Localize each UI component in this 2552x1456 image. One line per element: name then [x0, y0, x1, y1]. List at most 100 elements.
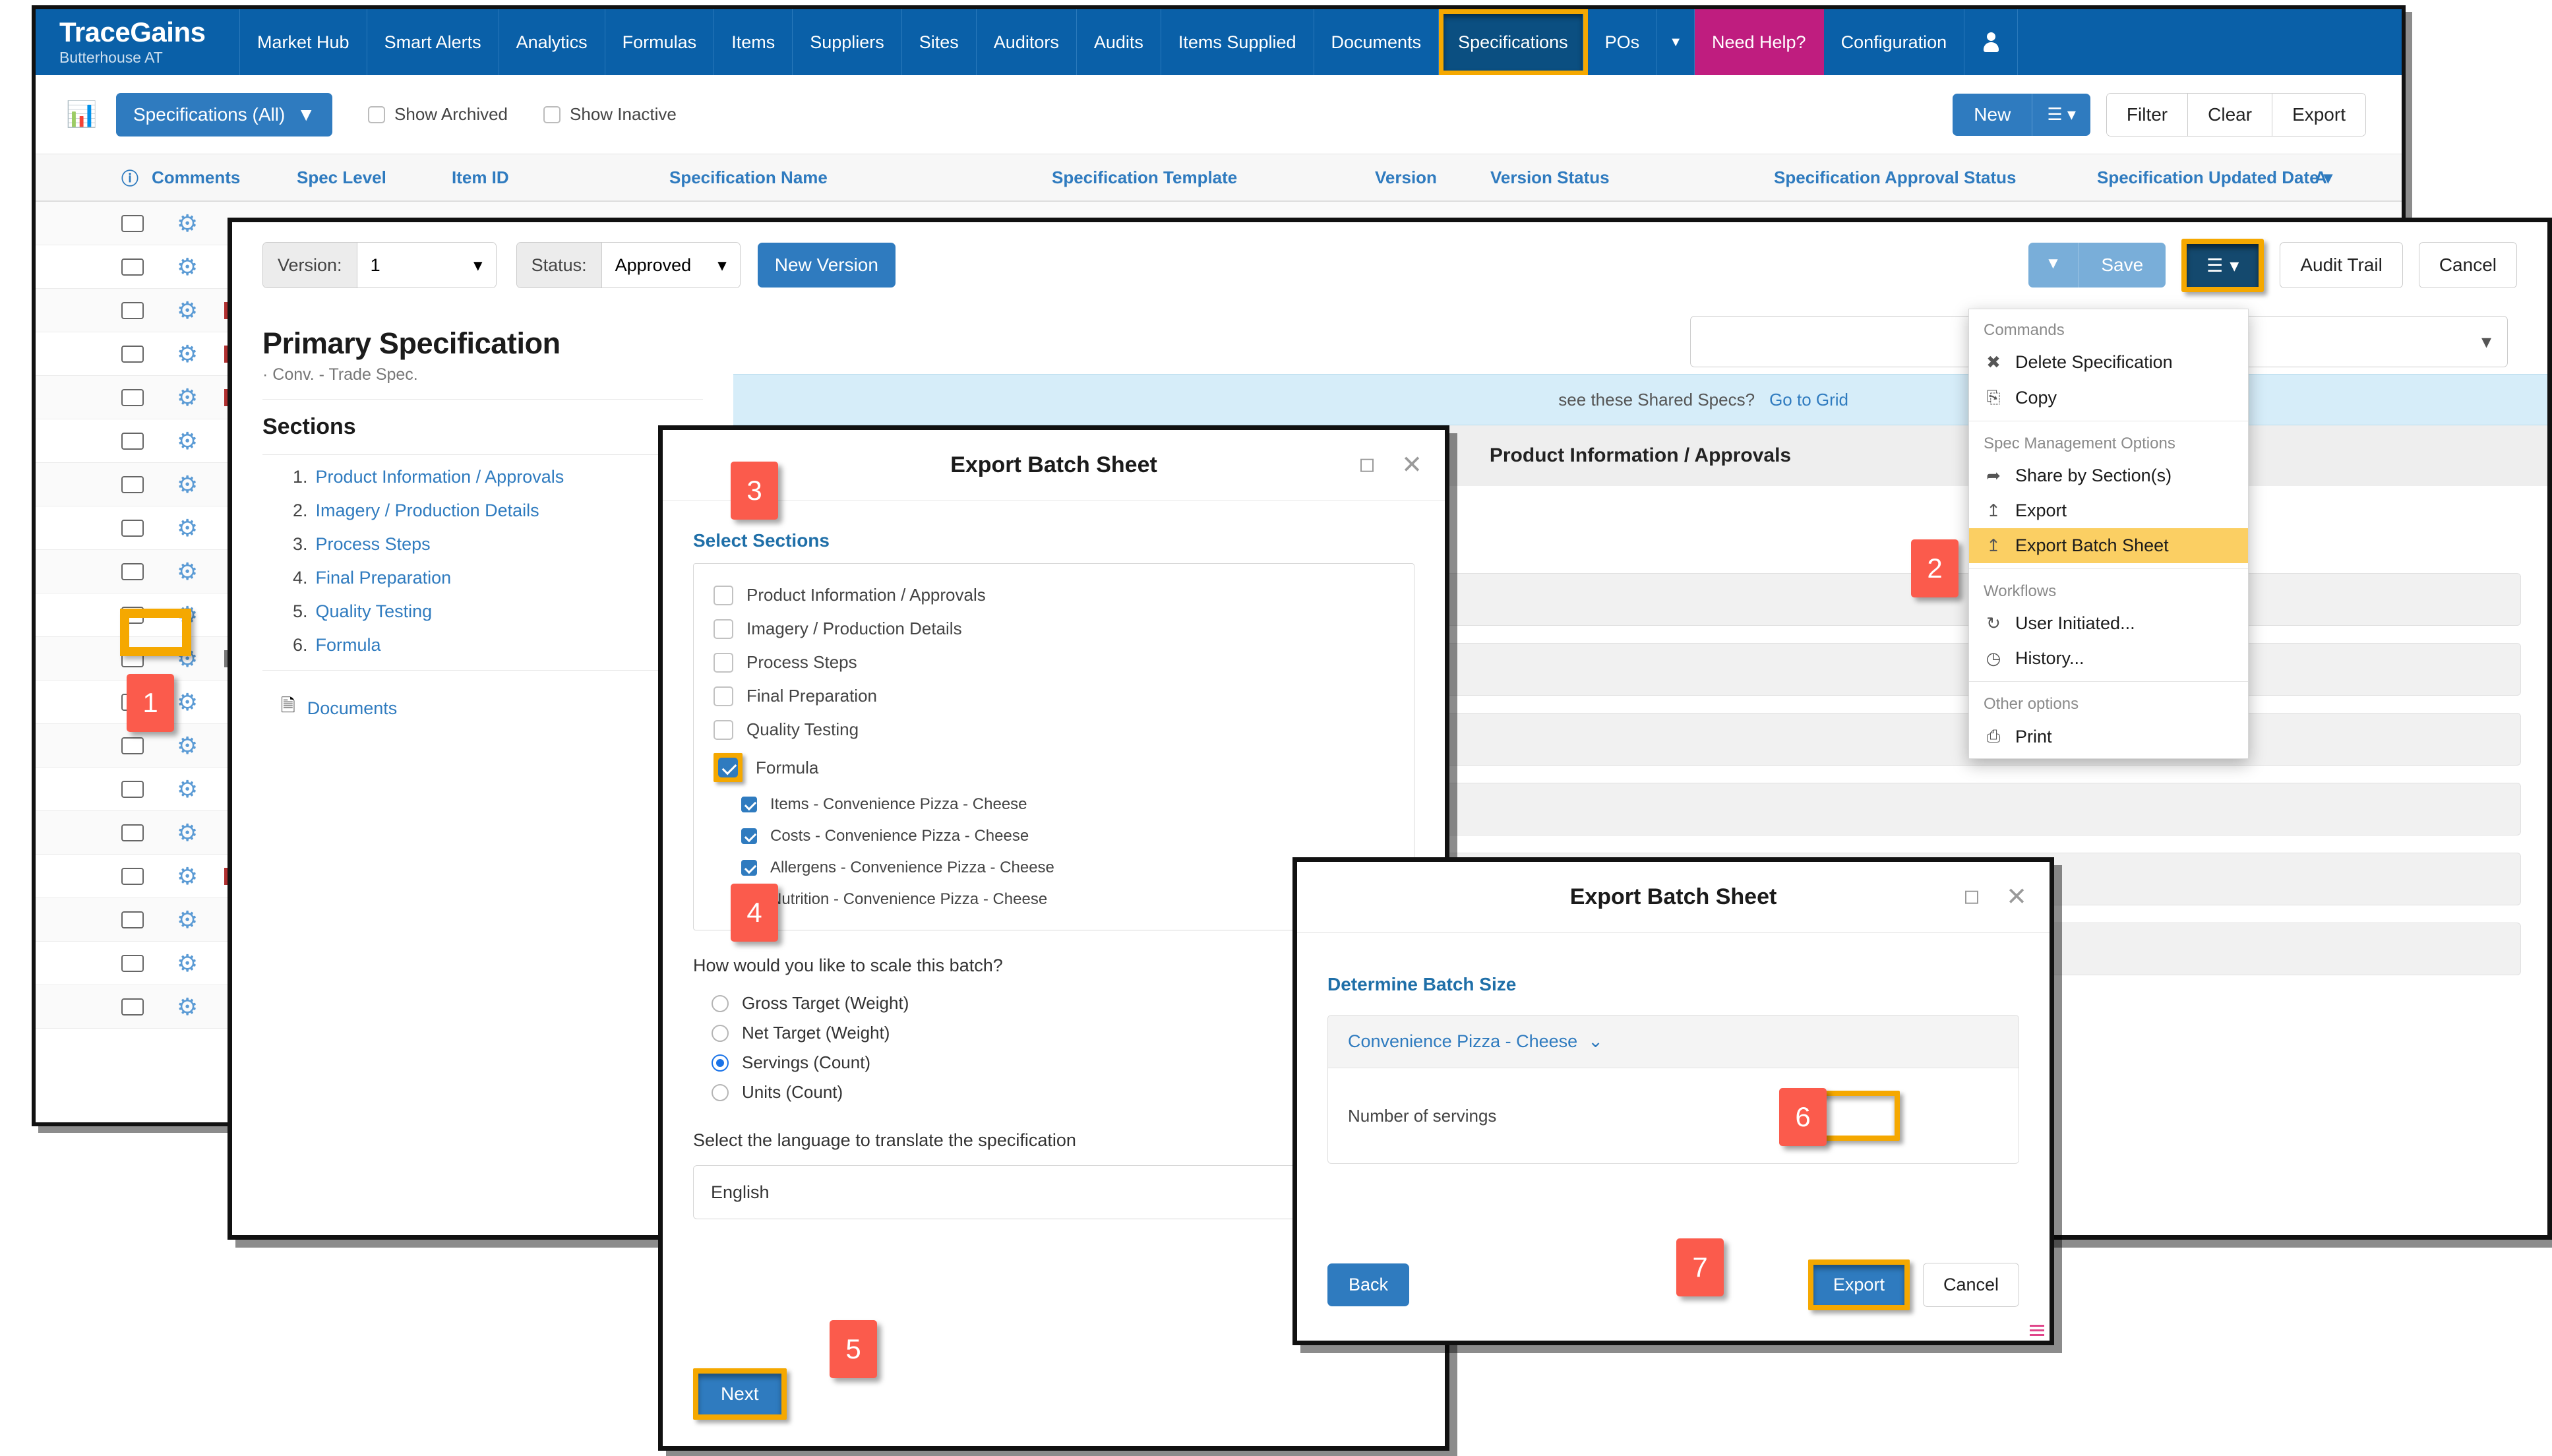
- radio-button[interactable]: [712, 1054, 729, 1072]
- section-checkbox-row[interactable]: Final Preparation: [694, 679, 1414, 713]
- nav-item-smart-alerts[interactable]: Smart Alerts: [367, 9, 499, 75]
- minimize-icon[interactable]: [1360, 458, 1374, 472]
- section-list-item[interactable]: 6. Formula: [293, 635, 703, 655]
- checkbox[interactable]: [714, 686, 733, 706]
- checkbox[interactable]: [714, 652, 733, 673]
- new-split-button[interactable]: New ☰ ▾: [1953, 93, 2090, 136]
- section-checkbox-row[interactable]: Product Information / Approvals: [694, 578, 1414, 612]
- spec-filter-dropdown[interactable]: Specifications (All) ▼: [116, 92, 333, 136]
- section-list-item[interactable]: 2. Imagery / Production Details: [293, 501, 703, 521]
- nav-item-configuration[interactable]: Configuration: [1824, 9, 1965, 75]
- gear-icon[interactable]: ⚙: [177, 429, 198, 453]
- column-spec-level[interactable]: Spec Level: [297, 167, 452, 188]
- gear-icon[interactable]: ⚙: [177, 342, 198, 366]
- menu-item-export-batch-sheet[interactable]: ↥ Export Batch Sheet: [1969, 528, 2248, 563]
- column-a[interactable]: A: [2315, 167, 2327, 188]
- export-button[interactable]: Export: [1813, 1265, 1904, 1305]
- gear-icon[interactable]: ⚙: [177, 690, 198, 714]
- nav-item-need-help[interactable]: Need Help?: [1694, 9, 1824, 75]
- section-link[interactable]: Process Steps: [316, 534, 431, 555]
- gear-icon[interactable]: ⚙: [177, 298, 198, 322]
- nav-item-audits[interactable]: Audits: [1077, 9, 1161, 75]
- documents-link-row[interactable]: 🗎 Documents: [281, 693, 703, 723]
- row-checkbox[interactable]: [121, 562, 144, 580]
- section-checkbox-row[interactable]: Items - Convenience Pizza - Cheese: [694, 789, 1414, 820]
- show-inactive-checkbox[interactable]: Show Inactive: [543, 104, 677, 125]
- filter-button[interactable]: Filter: [2106, 93, 2189, 136]
- new-menu-icon[interactable]: ☰ ▾: [2032, 93, 2090, 136]
- checkbox[interactable]: [714, 585, 733, 605]
- radio-button[interactable]: [712, 1024, 729, 1042]
- gear-icon[interactable]: ⚙: [177, 907, 198, 932]
- column-specification-name[interactable]: Specification Name: [669, 167, 1052, 188]
- gear-icon[interactable]: ⚙: [177, 559, 198, 584]
- section-link[interactable]: Quality Testing: [316, 601, 433, 622]
- back-button[interactable]: Back: [1327, 1263, 1410, 1306]
- gear-icon[interactable]: ⚙: [177, 994, 198, 1019]
- brand-logo[interactable]: TraceGains Butterhouse AT: [36, 9, 240, 75]
- gear-icon[interactable]: ⚙: [177, 864, 198, 888]
- close-icon[interactable]: ✕: [1401, 452, 1422, 477]
- row-checkbox[interactable]: [121, 780, 144, 798]
- spec-menu-button[interactable]: ☰ ▾: [2187, 243, 2259, 287]
- checkbox[interactable]: [741, 828, 757, 844]
- show-archived-checkbox[interactable]: Show Archived: [368, 104, 508, 125]
- checkbox[interactable]: [741, 797, 757, 812]
- section-checkbox-row[interactable]: Costs - Convenience Pizza - Cheese: [694, 820, 1414, 852]
- column-version-status[interactable]: Version Status: [1490, 167, 1774, 188]
- section-link[interactable]: Product Information / Approvals: [316, 467, 564, 487]
- nav-item-suppliers[interactable]: Suppliers: [793, 9, 902, 75]
- nav-more-caret-icon[interactable]: ▼: [1657, 9, 1695, 75]
- new-version-button[interactable]: New Version: [757, 243, 896, 288]
- version-select[interactable]: 1 ▾: [357, 243, 496, 288]
- gear-icon[interactable]: ⚙: [177, 516, 198, 540]
- column-version[interactable]: Version: [1375, 167, 1490, 188]
- row-checkbox[interactable]: [121, 867, 144, 885]
- section-link[interactable]: Final Preparation: [316, 568, 452, 588]
- nav-item-sites[interactable]: Sites: [902, 9, 977, 75]
- product-selector[interactable]: Convenience Pizza - Cheese ⌄: [1328, 1016, 2019, 1068]
- gear-icon[interactable]: ⚙: [177, 255, 198, 279]
- bar-chart-icon[interactable]: 📊: [66, 102, 102, 127]
- column-specification-template[interactable]: Specification Template: [1052, 167, 1375, 188]
- section-checkbox-row[interactable]: Formula: [694, 746, 1414, 789]
- checkbox[interactable]: [714, 719, 733, 740]
- nav-item-pos[interactable]: POs: [1588, 9, 1658, 75]
- gear-icon[interactable]: ⚙: [177, 733, 198, 758]
- cancel-button[interactable]: Cancel: [2418, 242, 2517, 288]
- gear-icon[interactable]: ⚙: [177, 472, 198, 497]
- row-checkbox[interactable]: [121, 258, 144, 276]
- nav-item-market-hub[interactable]: Market Hub: [240, 9, 367, 75]
- nav-item-items-supplied[interactable]: Items Supplied: [1161, 9, 1314, 75]
- nav-item-auditors[interactable]: Auditors: [977, 9, 1077, 75]
- gear-icon[interactable]: ⚙: [177, 951, 198, 975]
- row-checkbox[interactable]: [121, 214, 144, 232]
- row-checkbox[interactable]: [121, 432, 144, 450]
- column-updated-date[interactable]: Specification Updated Date ▾: [2097, 167, 2332, 188]
- section-list-item[interactable]: 3. Process Steps: [293, 534, 703, 555]
- gear-icon[interactable]: ⚙: [177, 385, 198, 410]
- section-list-item[interactable]: 5. Quality Testing: [293, 601, 703, 622]
- save-split-button[interactable]: ▼ Save: [2028, 243, 2166, 288]
- row-checkbox[interactable]: [121, 345, 144, 363]
- menu-item-history[interactable]: ◷ History...: [1969, 641, 2248, 676]
- row-checkbox[interactable]: [121, 911, 144, 928]
- section-list-item[interactable]: 1. Product Information / Approvals: [293, 467, 703, 487]
- cancel-button[interactable]: Cancel: [1922, 1263, 2019, 1307]
- go-to-grid-link[interactable]: Go to Grid: [1769, 390, 1848, 410]
- version-selector[interactable]: Version: 1 ▾: [262, 242, 497, 288]
- resize-grip-icon[interactable]: [2030, 1322, 2044, 1337]
- menu-item-delete-specification[interactable]: ✖ Delete Specification: [1969, 345, 2248, 380]
- column-approval-status[interactable]: Specification Approval Status: [1774, 167, 2097, 188]
- minimize-icon[interactable]: [1965, 890, 1979, 904]
- row-checkbox[interactable]: [121, 998, 144, 1016]
- checkbox[interactable]: [718, 758, 738, 777]
- section-link[interactable]: Formula: [316, 635, 381, 655]
- next-button[interactable]: Next: [698, 1374, 781, 1414]
- menu-item-print[interactable]: ⎙ Print: [1969, 719, 2248, 754]
- section-checkbox-row[interactable]: Quality Testing: [694, 713, 1414, 746]
- menu-item-copy[interactable]: ⎘ Copy: [1969, 380, 2248, 415]
- nav-item-formulas[interactable]: Formulas: [605, 9, 715, 75]
- nav-item-analytics[interactable]: Analytics: [499, 9, 605, 75]
- nav-item-user-account[interactable]: [1964, 9, 2019, 75]
